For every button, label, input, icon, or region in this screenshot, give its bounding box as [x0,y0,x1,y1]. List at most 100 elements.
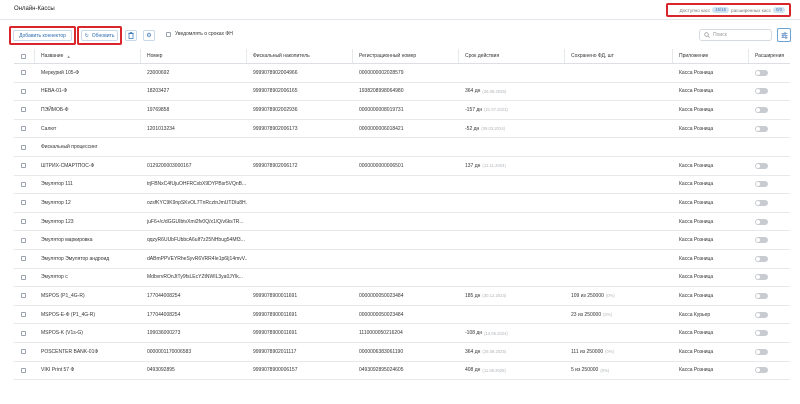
table-row[interactable]: НЕВА-01-Ф 18203427 9999078902006165 1938208… [14,83,790,102]
cell-extensions [755,324,789,342]
cell-app: Касса Розница [679,367,714,374]
row-select[interactable] [21,101,26,119]
row-select[interactable] [21,120,26,138]
row-checkbox[interactable] [21,293,26,299]
extension-toggle[interactable] [755,237,768,244]
table-row[interactable]: Меркурий 105-Ф 23000692 9999078902004966 00… [14,64,790,83]
row-checkbox[interactable] [21,181,26,187]
row-select[interactable] [21,306,26,324]
table-row[interactable]: Эмулятор с MdbvrvROnJtTy9fsLEcYZtNWIL3ya0… [14,269,790,288]
column-header-expiry[interactable]: Срок действия [465,49,565,63]
table-row[interactable]: POSCENTER BANK-01Ф 0000001170006583 999907… [14,343,790,362]
row-checkbox[interactable] [21,200,26,206]
row-select[interactable] [21,287,26,305]
cash-registers-table: Название ▲ Номер Фискальный накопитель Ре… [14,49,790,381]
table-row[interactable]: ПЭЙМОБ-Ф 19769858 9999078902002936 00000000… [14,101,790,120]
row-checkbox[interactable] [21,349,26,355]
cell-name: Эмулятор 12 [41,199,71,206]
cell-extensions [755,120,789,138]
table-row[interactable]: MSPOS-K (V1s-G) 199036000273 9999078900011… [14,324,790,343]
extension-toggle[interactable] [755,255,768,262]
row-checkbox[interactable] [21,256,26,262]
row-checkbox[interactable] [21,312,26,318]
table-row[interactable]: Фискальный процессинг [14,138,790,157]
row-checkbox[interactable] [21,144,26,150]
table-row[interactable]: ШТРИХ-СМАРТПОС-Ф 0129200003000167 99990789… [14,157,790,176]
search-box[interactable] [699,29,772,41]
cell-reg [359,194,459,212]
column-header-ext[interactable]: Расширения [755,49,789,63]
row-checkbox[interactable] [21,163,26,169]
cell-saved [571,213,671,231]
row-select[interactable] [21,343,26,361]
table-row[interactable]: Эмулятор 12 ozsfKYC9K9npSKvOL7TnRcztnJmUT… [14,194,790,213]
row-checkbox[interactable] [21,126,26,132]
table-row[interactable]: Эмулятор Эмулятор андроид dABmPPVEYRheSyv… [14,250,790,269]
table-row[interactable]: MSPOS-E-Ф (Р1_4G-R) 177044008254 999907890… [14,306,790,325]
row-select[interactable] [21,269,26,287]
header-select-all[interactable] [21,49,26,63]
extension-toggle[interactable] [755,274,768,281]
row-select[interactable] [21,157,26,175]
columns-settings-button[interactable] [777,28,791,42]
row-checkbox[interactable] [21,274,26,280]
expiry-date: (09.03.2024) [481,126,506,132]
extension-toggle[interactable] [755,199,768,206]
column-header-number[interactable]: Номер [147,49,247,63]
table-row[interactable]: VIKI Print 57 Ф 0493092895 999907890000615… [14,362,790,381]
row-select[interactable] [21,64,26,82]
row-select[interactable] [21,138,26,156]
table-row[interactable]: Эмулятор 111 trjFBNxC4fUjuOHFRCxbX9DYPBsr… [14,176,790,195]
cell-expiry [465,269,565,287]
row-checkbox[interactable] [21,107,26,113]
extension-toggle[interactable] [755,330,768,337]
column-header-fn[interactable]: Фискальный накопитель [253,49,353,63]
column-header-saved[interactable]: Сохранено ФД, шт [571,49,671,63]
row-select[interactable] [21,362,26,380]
row-select[interactable] [21,324,26,342]
notify-option[interactable]: Уведомлять о сроках ФН [166,31,233,37]
extension-toggle[interactable] [755,88,768,95]
row-checkbox[interactable] [21,88,26,94]
extension-toggle[interactable] [755,106,768,113]
add-connector-highlight: Добавить коннектор [9,26,76,45]
row-checkbox[interactable] [21,219,26,225]
cell-name: ШТРИХ-СМАРТПОС-Ф [41,162,95,169]
extension-toggle[interactable] [755,69,768,76]
add-connector-button[interactable]: Добавить коннектор [13,30,72,41]
row-select[interactable] [21,194,26,212]
row-checkbox[interactable] [21,70,26,76]
extension-toggle[interactable] [755,125,768,132]
select-all-checkbox[interactable] [21,53,26,59]
row-checkbox[interactable] [21,237,26,243]
row-select[interactable] [21,250,26,268]
table-row[interactable]: Салют 1201013234 9999078902006173 000000000… [14,120,790,139]
table-row[interactable]: MSPOS (Р1_4G-R) 177044008254 9999078900011… [14,287,790,306]
cell-number: 1201013234 [147,125,175,132]
extension-toggle[interactable] [755,367,768,374]
extension-toggle[interactable] [755,218,768,225]
extension-toggle[interactable] [755,181,768,188]
table-row[interactable]: Эмулятор маркировка qqzyR6UUbFUbbcA6uIf7z… [14,231,790,250]
row-select[interactable] [21,231,26,249]
column-header-name[interactable]: Название ▲ [41,49,141,63]
row-select[interactable] [21,176,26,194]
delete-button[interactable] [125,30,137,41]
extension-toggle[interactable] [755,348,768,355]
extension-toggle[interactable] [755,311,768,318]
extension-toggle[interactable] [755,162,768,169]
notify-checkbox[interactable] [166,31,171,37]
refresh-button[interactable]: ↻ Обновить [81,30,118,41]
row-select[interactable] [21,83,26,101]
settings-button[interactable]: ⚙ [143,30,155,41]
search-input[interactable] [713,32,768,38]
column-header-reg[interactable]: Регистрационный номер [359,49,459,63]
extension-toggle[interactable] [755,292,768,299]
table-row[interactable]: Эмулятор 123 juF6+/c/dGGUIbtvXmi2fv0Q/x1/… [14,213,790,232]
cell-reg: 0000000050023484 [359,292,404,299]
column-header-app[interactable]: Приложение [679,49,749,63]
row-checkbox[interactable] [21,367,26,373]
row-checkbox[interactable] [21,330,26,336]
cell-fn [253,213,353,231]
row-select[interactable] [21,213,26,231]
